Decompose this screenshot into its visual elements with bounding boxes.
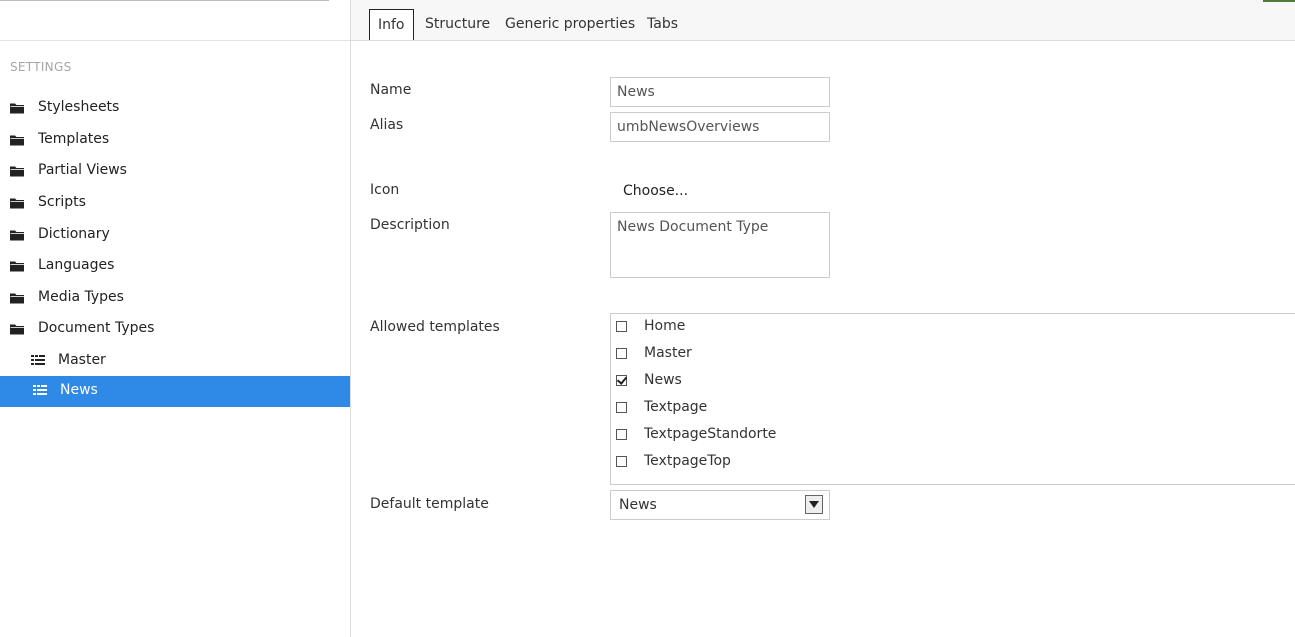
sidebar-item-label: Document Types xyxy=(38,320,155,336)
sidebar-item-stylesheets[interactable]: Stylesheets xyxy=(0,93,350,124)
template-option-label: Textpage xyxy=(644,399,708,415)
sidebar-item-media-types[interactable]: Media Types xyxy=(0,283,350,314)
name-field[interactable] xyxy=(610,77,830,107)
sidebar-item-label: Templates xyxy=(38,131,110,147)
template-option-label: TextpageStandorte xyxy=(644,426,777,442)
document-type-icon xyxy=(31,355,45,367)
sidebar-item-label: Languages xyxy=(38,257,115,273)
sidebar-item-languages[interactable]: Languages xyxy=(0,251,350,282)
sidebar-item-news[interactable]: News xyxy=(0,376,350,407)
chevron-down-icon[interactable] xyxy=(805,495,823,514)
sidebar-item-partial-views[interactable]: Partial Views xyxy=(0,156,350,187)
checkbox[interactable] xyxy=(616,428,627,440)
sidebar-item-label: Stylesheets xyxy=(38,99,120,115)
sidebar-search-underline[interactable] xyxy=(0,0,329,1)
checkbox[interactable] xyxy=(616,401,627,413)
template-option-label: News xyxy=(644,372,682,388)
tab-tabs[interactable]: Tabs xyxy=(647,9,678,40)
icon-label: Icon xyxy=(370,182,400,198)
alias-label: Alias xyxy=(370,117,404,133)
template-option-label: Home xyxy=(644,318,686,334)
template-option-master[interactable]: Master xyxy=(616,342,692,364)
folder-icon xyxy=(10,197,25,209)
template-option-home[interactable]: Home xyxy=(616,315,685,337)
section-heading: SETTINGS xyxy=(10,60,72,74)
sidebar-item-label: Media Types xyxy=(38,289,124,305)
sidebar-header xyxy=(0,0,350,41)
template-option-label: TextpageTop xyxy=(644,453,731,469)
template-option-news[interactable]: News xyxy=(616,369,682,391)
checkbox-checked[interactable] xyxy=(616,374,627,386)
sidebar-item-dictionary[interactable]: Dictionary xyxy=(0,220,350,251)
sidebar-item-label: Scripts xyxy=(38,194,86,210)
template-option-label: Master xyxy=(644,345,692,361)
folder-icon xyxy=(10,165,25,177)
tab-generic-properties[interactable]: Generic properties xyxy=(505,9,635,40)
folder-icon xyxy=(10,292,25,304)
sidebar-item-scripts[interactable]: Scripts xyxy=(0,188,350,219)
template-option-textpage[interactable]: Textpage xyxy=(616,396,707,418)
folder-icon xyxy=(10,260,25,272)
checkbox[interactable] xyxy=(616,347,627,359)
sidebar-item-label: Dictionary xyxy=(38,226,110,242)
folder-icon xyxy=(10,229,25,241)
checkbox[interactable] xyxy=(616,320,627,332)
sidebar-item-document-types[interactable]: Document Types xyxy=(0,314,350,345)
icon-choose-link[interactable]: Choose... xyxy=(623,183,688,199)
tab-structure[interactable]: Structure xyxy=(425,9,490,40)
alias-field[interactable] xyxy=(610,112,830,142)
checkbox[interactable] xyxy=(616,455,627,467)
sidebar-item-label: News xyxy=(60,382,98,398)
template-option-textpagetop[interactable]: TextpageTop xyxy=(616,450,731,472)
default-template-select[interactable]: News xyxy=(610,490,830,520)
status-indicator xyxy=(1263,0,1295,2)
name-label: Name xyxy=(370,82,412,98)
sidebar-item-label: Partial Views xyxy=(38,162,127,178)
sidebar-item-label: Master xyxy=(58,352,106,368)
sidebar-item-templates[interactable]: Templates xyxy=(0,125,350,156)
tab-bar xyxy=(351,0,1295,41)
default-template-label: Default template xyxy=(370,496,489,512)
allowed-templates-label: Allowed templates xyxy=(370,319,500,335)
default-template-value: News xyxy=(619,497,657,513)
description-field[interactable]: News Document Type xyxy=(610,212,830,278)
description-label: Description xyxy=(370,217,450,233)
folder-icon xyxy=(10,102,25,114)
sidebar: SETTINGS Stylesheets Templates Partial V… xyxy=(0,0,351,637)
document-type-icon xyxy=(33,385,47,397)
folder-icon xyxy=(10,134,25,146)
template-option-textpagestandorte[interactable]: TextpageStandorte xyxy=(616,423,776,445)
tab-info[interactable]: Info xyxy=(369,9,414,40)
sidebar-item-master[interactable]: Master xyxy=(0,346,350,377)
folder-icon xyxy=(10,323,25,335)
